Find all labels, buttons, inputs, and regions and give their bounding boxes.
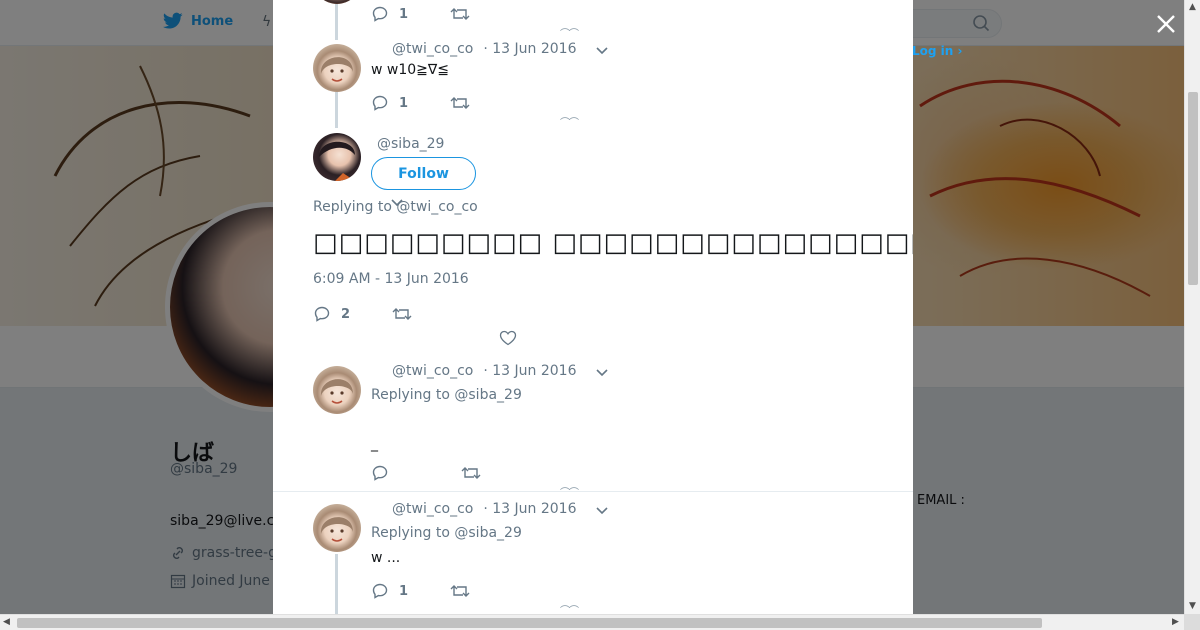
avatar[interactable] [313,366,361,414]
tweet-header: @twi_co_co · 13 Jun 2016 [392,501,576,517]
scroll-down-arrow-icon[interactable]: ▼ [1189,601,1196,611]
chevron-down-icon[interactable] [595,46,609,56]
tweet-header: @twi_co_co · 13 Jun 2016 [392,363,576,379]
tweet-timestamp[interactable]: 6:09 AM - 13 Jun 2016 [313,271,469,287]
scroll-left-arrow-icon[interactable]: ◀ [3,617,10,627]
login-link[interactable]: Log in › [912,44,962,58]
tweet-header: @twi_co_co · 13 Jun 2016 [392,41,576,57]
chevron-down-icon[interactable] [595,506,609,516]
thread-line [335,554,338,614]
tweet-actions: 1 [371,582,470,600]
reply-count: 2 [341,306,351,322]
avatar-face [320,517,353,542]
replying-to: Replying to @siba_29 [371,525,522,541]
tweet-actions: 1 [371,5,470,23]
avatar[interactable] [313,44,361,92]
vertical-scroll-thumb[interactable] [1188,92,1198,285]
chevron-down-icon[interactable] [595,368,609,378]
close-icon[interactable] [1154,12,1178,36]
reply-button[interactable]: 2 [313,305,350,323]
avatar[interactable] [313,504,361,552]
login-label: Log in [912,44,954,58]
tweet-header: @siba_29 [377,136,444,152]
vertical-scrollbar[interactable]: ▲ ▼ [1184,0,1200,614]
tweet-text: w w10≧∇≦ [371,62,449,78]
reply-button[interactable]: 1 [371,5,408,23]
avatar-face [319,141,355,181]
reply-icon [372,583,388,599]
divider [273,491,913,492]
retweet-icon[interactable] [450,6,470,22]
follow-button[interactable]: Follow [371,157,476,190]
scrollbar-corner [1184,614,1200,630]
reply-icon [372,6,388,22]
horizontal-scroll-thumb[interactable] [17,618,1042,628]
like-icon[interactable] [499,330,517,346]
replying-to-link[interactable]: @twi_co_co [396,199,477,215]
retweet-icon[interactable] [461,465,481,481]
reply-count: 1 [399,95,409,111]
tweet-date[interactable]: · 13 Jun 2016 [483,501,576,517]
tweet-handle[interactable]: @twi_co_co [392,41,473,57]
reply-button[interactable]: 1 [371,94,408,112]
tweet-handle[interactable]: @twi_co_co [392,363,473,379]
tweet-handle[interactable]: @siba_29 [377,136,444,152]
horizontal-scrollbar[interactable]: ◀ ▶ [0,614,1184,630]
reply-button[interactable]: 1 [371,582,408,600]
tweet-text: w ... [371,550,401,566]
retweet-icon[interactable] [450,583,470,599]
avatar-face [320,57,353,82]
scroll-up-arrow-icon[interactable]: ▲ [1189,2,1196,12]
tweet-handle[interactable]: @twi_co_co [392,501,473,517]
replying-to-link[interactable]: @siba_29 [454,525,521,541]
more-icon[interactable]: ⌒⌒ [560,25,579,40]
reply-button[interactable] [371,464,399,482]
replying-to: Replying to @siba_29 [371,387,522,403]
scroll-right-arrow-icon[interactable]: ▶ [1172,617,1179,627]
main-tweet-text: □□□□□□□□□ □□□□□□□□□□□□□□□□□□□□□□□□□□□□□□… [313,228,913,258]
tweet-conversation-modal: 1 ⌒⌒ @twi_co_co · 13 Jun 2016 w w10≧∇≦ 1… [273,0,913,614]
tweet-actions: 1 [371,94,470,112]
replying-to-prefix: Replying to [371,525,455,541]
reply-icon [372,95,388,111]
reply-icon [372,465,388,481]
tweet-text: _ [371,436,378,452]
tweet-date[interactable]: · 13 Jun 2016 [483,363,576,379]
replying-to: Replying to @twi_co_co [313,199,478,215]
thread-line [335,92,338,128]
tweet-actions [371,464,481,482]
retweet-icon[interactable] [450,95,470,111]
avatar[interactable] [313,133,361,181]
reply-count: 1 [399,6,409,22]
reply-count: 1 [399,583,409,599]
more-icon[interactable]: ⌒⌒ [560,602,579,614]
retweet-icon[interactable] [392,306,412,322]
reply-icon [314,306,330,322]
replying-to-prefix: Replying to [371,387,455,403]
thread-line [335,4,338,40]
replying-to-prefix: Replying to [313,199,397,215]
replying-to-link[interactable]: @siba_29 [454,387,521,403]
more-icon[interactable]: ⌒⌒ [560,114,579,129]
avatar-face [320,379,353,404]
tweet-date[interactable]: · 13 Jun 2016 [483,41,576,57]
tweet-actions: 2 [313,305,412,323]
login-chevron: › [953,44,963,58]
